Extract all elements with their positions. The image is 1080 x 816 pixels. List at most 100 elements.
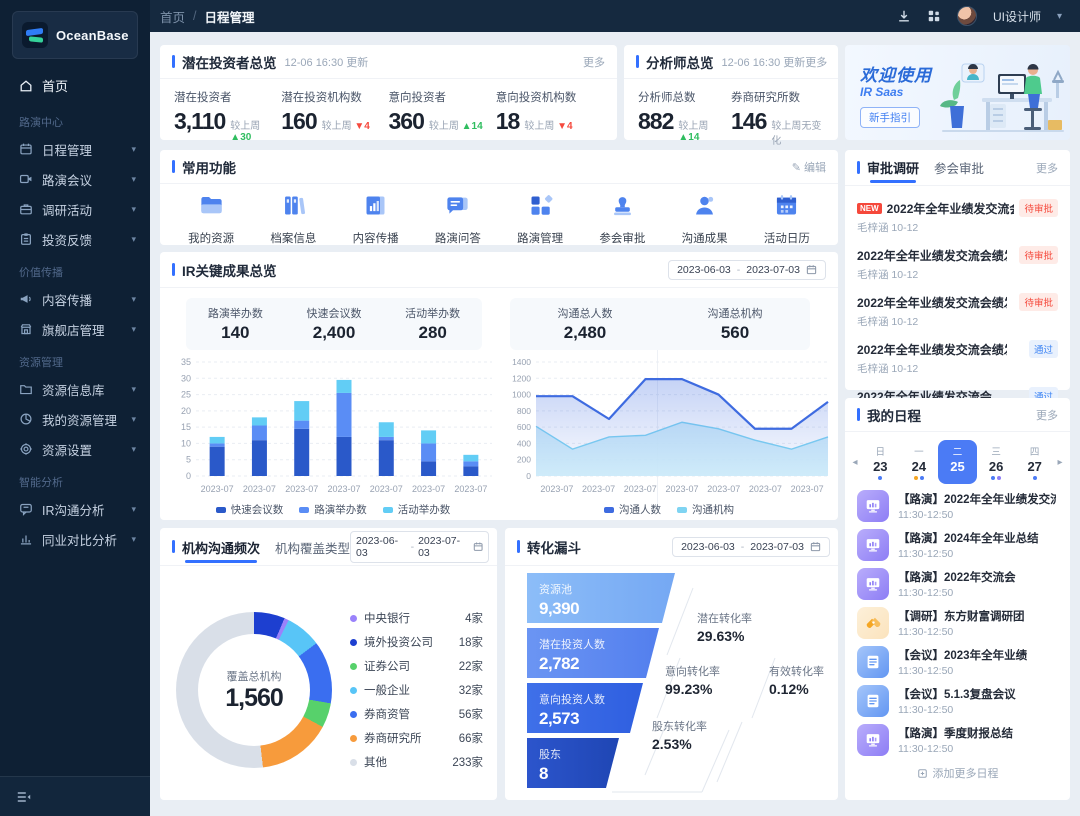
roadshow-icon	[857, 490, 889, 522]
function-item[interactable]: 路演管理	[499, 192, 581, 246]
bar-chart-legend: 快速会议数 路演举办数 活动举办数	[168, 502, 498, 517]
ir-stat: 快速会议数 2,400	[306, 308, 362, 342]
schedule-item[interactable]: 【会议】5.1.3复盘会议 11:30-12:50	[857, 685, 1058, 717]
function-label: 沟通成果	[681, 233, 728, 245]
calendar-prev-icon[interactable]: ◂	[849, 457, 861, 468]
function-item[interactable]: 沟通成果	[664, 192, 746, 246]
sidebar-item-home[interactable]: 首页	[0, 65, 150, 104]
logo-text: OceanBase	[56, 27, 129, 43]
edit-link[interactable]: ✎ 编辑	[792, 159, 826, 175]
approval-item[interactable]: 2022年全年业绩发交流会绩发 待审批 毛梓涵 10-12	[857, 288, 1058, 335]
date-range-picker[interactable]: 2023-06-03 - 2023-07-03	[672, 536, 830, 557]
calendar-day[interactable]: 四 27	[1015, 440, 1054, 484]
function-item[interactable]: 我的资源	[170, 192, 252, 246]
more-link[interactable]: 更多	[805, 54, 827, 70]
delta-up: ▲14	[678, 132, 700, 143]
tab[interactable]: 机构沟通频次	[182, 538, 260, 565]
date-end: 2023-07-03	[746, 263, 800, 276]
sidebar-item[interactable]: 调研活动 ▾	[0, 194, 150, 224]
donut-legend-item: 其他 233家	[350, 754, 483, 770]
chevron-down-icon: ▾	[131, 323, 136, 334]
schedule-item[interactable]: 【路演】季度财报总结 11:30-12:50	[857, 724, 1058, 756]
svg-text:0.12%: 0.12%	[769, 681, 809, 697]
add-schedule-button[interactable]: 添加更多日程	[845, 756, 1070, 781]
svg-text:2023-07: 2023-07	[412, 484, 445, 494]
calendar-day[interactable]: 三 26	[977, 440, 1016, 484]
date-range-picker[interactable]: 2023-06-03 - 2023-07-03	[350, 530, 489, 563]
function-label: 路演问答	[434, 233, 481, 245]
svg-text:2023-07: 2023-07	[327, 484, 360, 494]
logo-icon	[22, 22, 48, 48]
user-avatar[interactable]	[956, 6, 977, 26]
calendar-day[interactable]: 一 24	[900, 440, 939, 484]
roadshow-icon	[857, 724, 889, 756]
sidebar-item[interactable]: 路演会议 ▾	[0, 164, 150, 194]
more-link[interactable]: 更多	[1036, 407, 1058, 423]
sidebar-item[interactable]: 旗舰店管理 ▾	[0, 314, 150, 344]
updated-at: 12-06 16:30 更新	[284, 56, 369, 69]
store-icon	[19, 322, 33, 336]
schedule-item[interactable]: 【调研】东方财富调研团 11:30-12:50	[857, 607, 1058, 639]
approval-list: NEW2022年全年业绩发交流会绩...待审批毛梓涵 10-122022年全年业…	[845, 186, 1070, 429]
approval-item[interactable]: 2022年全年业绩发交流会绩发 待审批 毛梓涵 10-12	[857, 241, 1058, 288]
svg-text:29.63%: 29.63%	[697, 628, 745, 644]
breadcrumb-current: 日程管理	[204, 10, 255, 25]
sidebar-menu: 路演中心 日程管理 ▾ 路演会议 ▾ 调研活动 ▾ 投资反馈 ▾ 价值传播 内容传播 ▾ 旗舰店管理 ▾ 资…	[0, 104, 150, 554]
stat: 意向投资机构数 18 较上周 ▼4	[496, 89, 603, 143]
calendar-next-icon[interactable]: ▸	[1054, 457, 1066, 468]
stat: 潜在投资者 3,110 较上周 ▲30	[174, 89, 281, 143]
apps-grid-icon[interactable]	[927, 9, 941, 23]
approval-item[interactable]: 2022年全年业绩发交流会绩发 通过 毛梓涵 10-12	[857, 335, 1058, 382]
tab[interactable]: 参会审批	[934, 158, 984, 185]
function-item[interactable]: 路演问答	[417, 192, 499, 246]
welcome-subtitle: IR Saas	[860, 85, 904, 99]
sidebar-item[interactable]: IR沟通分析 ▾	[0, 494, 150, 524]
sidebar-item[interactable]: 日程管理 ▾	[0, 134, 150, 164]
title-accent	[857, 161, 860, 174]
sidebar-item[interactable]: 同业对比分析 ▾	[0, 524, 150, 554]
schedule-item[interactable]: 【路演】2022年交流会 11:30-12:50	[857, 568, 1058, 600]
stat-value: 160	[281, 108, 317, 134]
schedule-item[interactable]: 【路演】2024年全年业总结 11:30-12:50	[857, 529, 1058, 561]
sidebar-item[interactable]: 我的资源管理 ▾	[0, 404, 150, 434]
calendar-strip: ◂ 日 23 一 24 二 25 三 26 四 27 ▸	[845, 432, 1070, 486]
donut-legend-item: 中央银行 4家	[350, 610, 483, 626]
tab[interactable]: 机构覆盖类型	[275, 538, 350, 565]
chevron-down-icon[interactable]: ▾	[1057, 11, 1062, 22]
schedule-item[interactable]: 【会议】2023年全年业绩 11:30-12:50	[857, 646, 1058, 678]
svg-text:2023-07: 2023-07	[454, 484, 487, 494]
svg-text:2023-07: 2023-07	[201, 484, 234, 494]
logo[interactable]: OceanBase	[12, 11, 138, 59]
sidebar-item-label: 路演会议	[42, 173, 93, 188]
sidebar-item[interactable]: 投资反馈 ▾	[0, 224, 150, 254]
function-item[interactable]: 参会审批	[581, 192, 663, 246]
tab[interactable]: 审批调研	[867, 158, 919, 185]
svg-text:800: 800	[517, 406, 531, 416]
schedule-item[interactable]: 【路演】2022年全年业绩发交流会 11:30-12:50	[857, 490, 1058, 522]
calendar-day[interactable]: 日 23	[861, 440, 900, 484]
more-link[interactable]: 更多	[1036, 160, 1058, 176]
download-icon[interactable]	[897, 9, 911, 23]
guide-button[interactable]: 新手指引	[860, 107, 920, 128]
function-item[interactable]: 活动日历	[746, 192, 828, 246]
function-item[interactable]: 内容传播	[335, 192, 417, 246]
approval-item[interactable]: NEW 2022年全年业绩发交流会绩... 待审批毛梓涵 10-12	[857, 194, 1058, 241]
calendar-day[interactable]: 二 25	[938, 440, 977, 484]
delta-up: ▲14	[461, 121, 483, 132]
sidebar-item[interactable]: 内容传播 ▾	[0, 284, 150, 314]
more-link[interactable]: 更多	[583, 54, 605, 70]
function-item[interactable]: 档案信息	[252, 192, 334, 246]
breadcrumb-home[interactable]: 首页	[160, 7, 185, 26]
user-name[interactable]: UI设计师	[993, 8, 1041, 25]
add-calendar-icon	[917, 768, 927, 778]
approval-card: 审批调研参会审批 更多 NEW2022年全年业绩发交流会绩...待审批毛梓涵 1…	[845, 150, 1070, 422]
approval-meta: 毛梓涵 10-12	[857, 269, 919, 281]
title-accent	[857, 408, 860, 421]
svg-text:1200: 1200	[512, 373, 531, 383]
date-range-picker[interactable]: 2023-06-03 - 2023-07-03	[668, 259, 826, 280]
collapse-sidebar-icon[interactable]	[16, 790, 32, 804]
sidebar-item[interactable]: 资源设置 ▾	[0, 434, 150, 464]
donut-chart: 覆盖总机构 1,560	[176, 612, 332, 768]
sidebar-item[interactable]: 资源信息库 ▾	[0, 374, 150, 404]
donut-center-value: 1,560	[225, 683, 284, 712]
